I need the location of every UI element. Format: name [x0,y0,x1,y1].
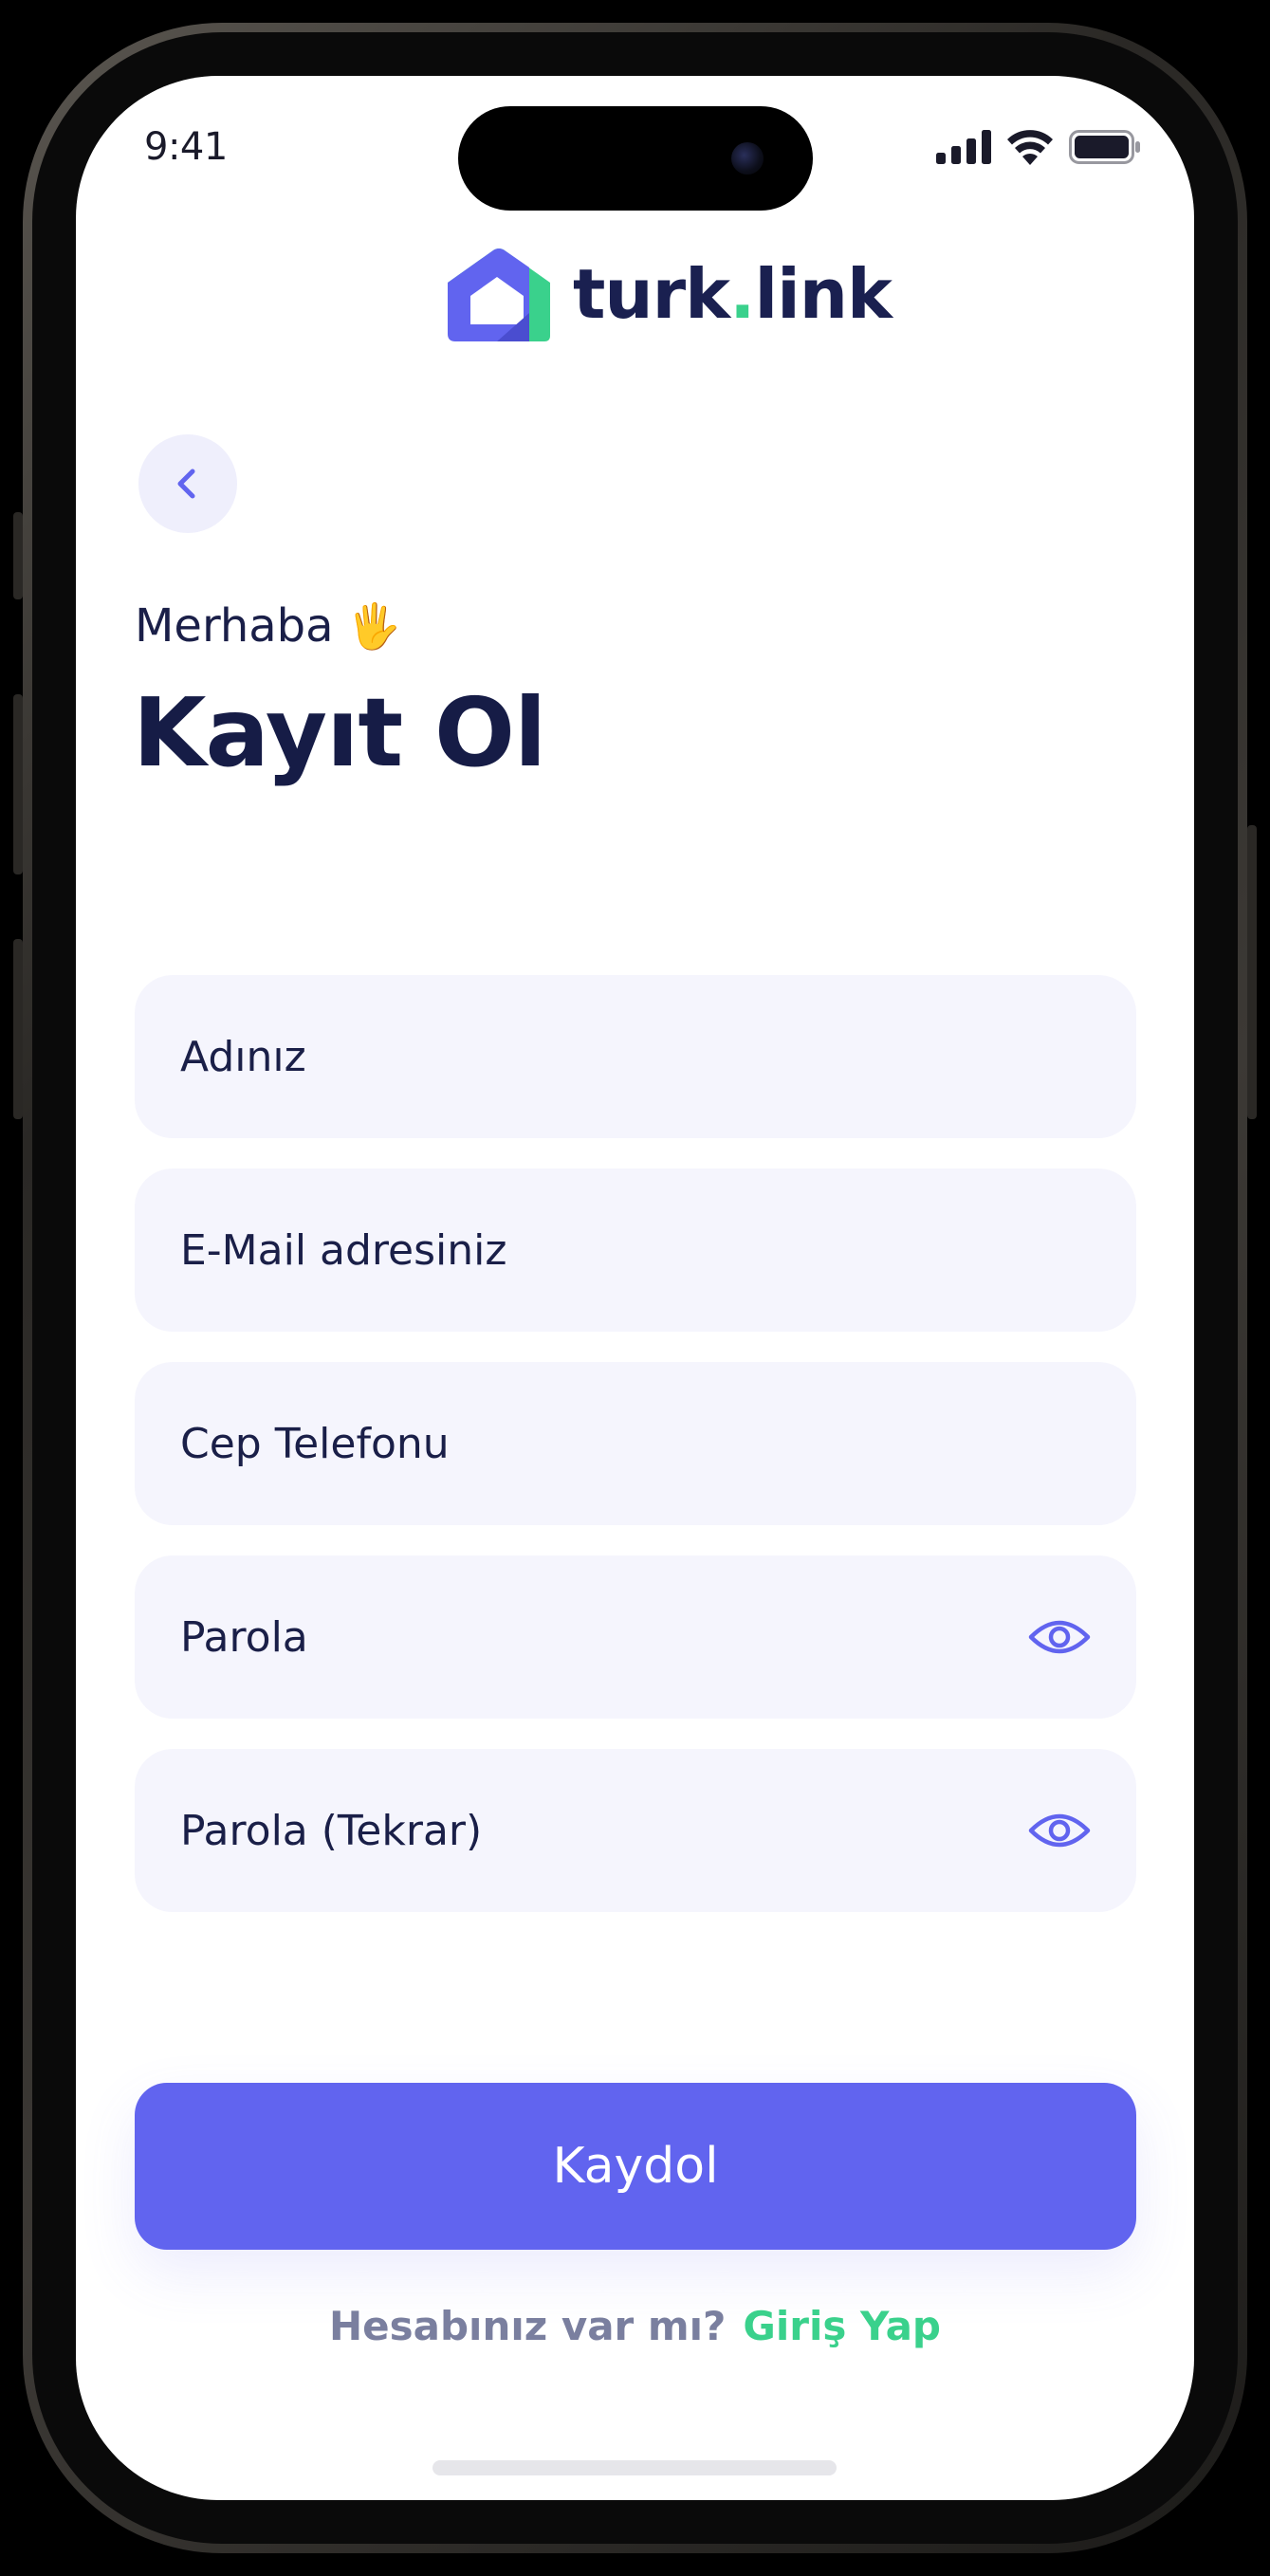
password-repeat-field[interactable] [135,1749,1136,1912]
status-time: 9:41 [144,125,228,169]
have-account-text: Hesabınız var mı? [329,2303,727,2349]
app-screen: 9:41 turk.link Merhaba 🖐 Kayıt Ol Adınız… [76,76,1194,2500]
register-button[interactable]: Kaydol [135,2083,1136,2250]
wifi-icon [1007,130,1053,165]
brand-wordmark: turk.link [573,254,893,334]
waving-hand-icon: 🖐 [346,599,401,652]
eye-icon [1028,1813,1091,1848]
volume-up-button [13,694,23,874]
login-prompt: Hesabınız var mı? Giriş Yap [76,2303,1194,2349]
password-repeat-input[interactable] [180,1806,1028,1855]
battery-icon [1069,130,1140,164]
name-field[interactable] [135,975,1136,1138]
back-button[interactable] [138,434,237,533]
home-indicator[interactable] [433,2460,837,2475]
signal-icon [936,130,991,164]
chevron-left-icon [177,469,195,499]
action-button [13,512,23,599]
volume-down-button [13,939,23,1119]
password-field[interactable] [135,1555,1136,1719]
login-link[interactable]: Giriş Yap [743,2303,941,2349]
greeting: Merhaba 🖐 [135,599,401,653]
house-logo-icon [448,248,550,341]
dynamic-island [458,106,813,211]
greeting-text: Merhaba [135,599,334,653]
show-password-button[interactable] [1028,1606,1091,1668]
camera-icon [731,142,764,175]
show-password-repeat-button[interactable] [1028,1799,1091,1862]
status-icons [936,129,1141,165]
email-input[interactable] [180,1225,1091,1275]
phone-input[interactable] [180,1419,1091,1468]
email-field[interactable] [135,1168,1136,1332]
password-input[interactable] [180,1612,1028,1662]
name-input[interactable] [180,1032,1091,1081]
page-title: Kayıt Ol [133,677,546,788]
power-button [1247,825,1257,1119]
brand-logo: turk.link [444,245,893,343]
phone-field[interactable] [135,1362,1136,1525]
eye-icon [1028,1620,1091,1654]
